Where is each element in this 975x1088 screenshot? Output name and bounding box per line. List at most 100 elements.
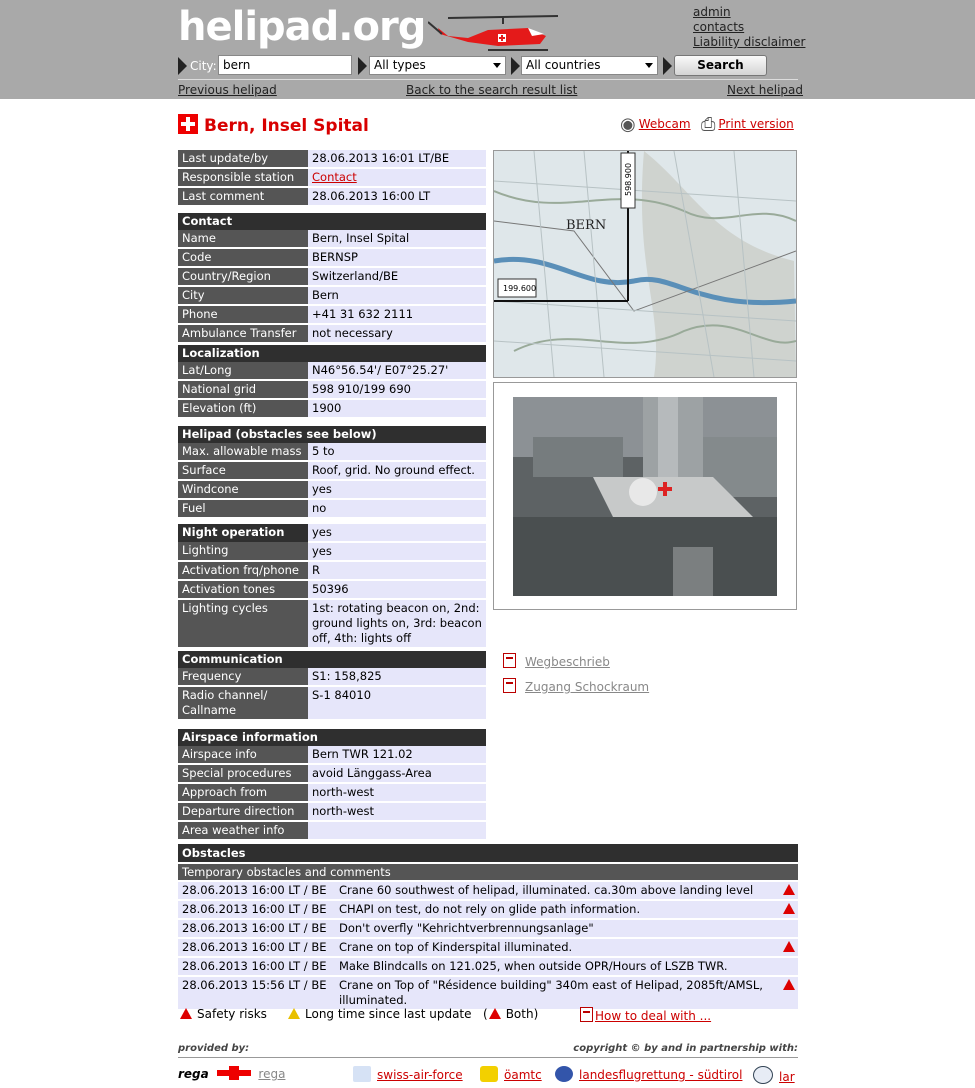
localization-table: Localization Lat/Long N46°56.54'/ E07°25.… [178, 345, 486, 419]
helicopter-logo-icon [428, 15, 559, 51]
row-value: 1st: rotating beacon on, 2nd: ground lig… [308, 599, 486, 649]
table-row: Lat/Long N46°56.54'/ E07°25.27' [178, 362, 486, 381]
helipad-photo-frame[interactable] [493, 382, 797, 610]
contacts-link[interactable]: contacts [693, 20, 805, 35]
admin-link[interactable]: admin [693, 5, 805, 20]
obstacle-row: 28.06.2013 16:00 LT / BE Make Blindcalls … [178, 956, 798, 975]
warning-red-icon [783, 979, 795, 990]
how-to-deal-link[interactable]: How to deal with ... [595, 1009, 711, 1023]
row-key: Responsible station [178, 168, 308, 188]
row-key: Fuel [178, 499, 308, 519]
print-version-link[interactable]: Print version [718, 117, 793, 131]
wegbeschrieb-link[interactable]: Wegbeschrieb [525, 655, 610, 669]
back-to-results-link[interactable]: Back to the search result list [406, 83, 577, 97]
webcam-link-group[interactable]: ◉ Webcam [620, 114, 691, 135]
obstacle-row: 28.06.2013 16:00 LT / BE Crane 60 southwe… [178, 880, 798, 899]
table-row: Lighting cycles 1st: rotating beacon on, … [178, 599, 486, 649]
print-link-group[interactable]: ⎙ Print version [701, 114, 794, 135]
location-map[interactable]: 598.900 199.600 BERN [493, 150, 797, 378]
row-key: Windcone [178, 480, 308, 500]
obstacle-date: 28.06.2013 16:00 LT / BE [182, 902, 327, 916]
swiss-air-force-link[interactable]: swiss-air-force [377, 1068, 463, 1082]
obstacle-row: 28.06.2013 15:56 LT / BE Crane on Top of … [178, 975, 798, 1009]
warning-red-icon [488, 1008, 501, 1019]
row-value: 1900 [308, 399, 486, 419]
arrow-icon [511, 57, 520, 75]
section-heading: Airspace information [178, 729, 486, 746]
row-key: Lighting cycles [178, 599, 308, 649]
type-select[interactable]: All types [369, 56, 506, 75]
obstacle-row: 28.06.2013 16:00 LT / BE Crane on top of … [178, 937, 798, 956]
row-key: Phone [178, 305, 308, 325]
row-value: 28.06.2013 16:00 LT [308, 187, 486, 207]
topo-map-image: 598.900 199.600 BERN [494, 151, 796, 377]
contact-link[interactable]: Contact [312, 170, 357, 184]
country-select[interactable]: All countries [521, 56, 658, 75]
type-select-value: All types [374, 58, 426, 72]
oamtc-link[interactable]: öamtc [504, 1068, 542, 1082]
printer-icon: ⎙ [701, 114, 716, 135]
communication-table: Communication Frequency S1: 158,825 Radio… [178, 651, 486, 721]
partner-swiss-air-force[interactable]: swiss-air-force [353, 1066, 463, 1082]
rega-link[interactable]: rega [258, 1067, 285, 1081]
partner-rega[interactable]: rega rega [178, 1066, 285, 1081]
night-operation-table: Night operation yes Lighting yes Activatio… [178, 524, 486, 649]
warning-red-icon [783, 884, 795, 895]
warning-red-icon [783, 903, 795, 914]
row-key: Activation frq/phone [178, 561, 308, 581]
search-bar: City: bern All types All countries Searc… [178, 55, 798, 77]
row-value: no [308, 499, 486, 519]
table-row: Frequency S1: 158,825 [178, 668, 486, 687]
obstacle-text: CHAPI on test, do not rely on glide path… [339, 902, 641, 916]
footer: provided by: copyright © by and in partn… [178, 1043, 798, 1054]
table-row: Fuel no [178, 499, 486, 519]
helipad-table: Helipad (obstacles see below) Max. allow… [178, 426, 486, 519]
row-value: north-west [308, 783, 486, 803]
webcam-link[interactable]: Webcam [639, 117, 691, 131]
landesflugrettung-link[interactable]: landesflugrettung - südtirol [579, 1068, 742, 1082]
table-row: Name Bern, Insel Spital [178, 230, 486, 249]
row-value: 598 910/199 690 [308, 380, 486, 400]
next-helipad-link[interactable]: Next helipad [727, 83, 803, 97]
liability-link[interactable]: Liability disclaimer [693, 35, 805, 50]
zugang-schockraum-link[interactable]: Zugang Schockraum [525, 680, 649, 694]
divider [178, 79, 798, 80]
howto-link-group[interactable]: How to deal with ... [580, 1007, 711, 1023]
obstacle-date: 28.06.2013 15:56 LT / BE [182, 978, 327, 992]
row-value: S1: 158,825 [308, 668, 486, 687]
rega-logo: rega [178, 1067, 209, 1081]
table-row: Approach from north-west [178, 783, 486, 803]
doc-link-item[interactable]: Zugang Schockraum [503, 678, 649, 694]
partner-lar[interactable]: lar [753, 1066, 795, 1084]
lar-link[interactable]: lar [779, 1070, 795, 1084]
legend-both-open: ( [483, 1007, 488, 1021]
map-city-label: BERN [566, 218, 606, 233]
search-button[interactable]: Search [674, 55, 767, 76]
site-logo[interactable]: helipad.org [178, 4, 426, 50]
row-key: Last update/by [178, 150, 308, 169]
landesflugrettung-logo-icon [555, 1066, 573, 1082]
city-input[interactable]: bern [218, 55, 352, 75]
section-heading: Helipad (obstacles see below) [178, 426, 486, 443]
map-grid-x-label: 598.900 [624, 163, 633, 196]
table-row: Country/Region Switzerland/BE [178, 267, 486, 287]
row-key: Activation tones [178, 580, 308, 600]
row-key: Lighting [178, 542, 308, 562]
table-row: National grid 598 910/199 690 [178, 380, 486, 400]
rega-cross-icon [216, 1066, 251, 1080]
partner-oamtc[interactable]: öamtc [480, 1066, 542, 1082]
row-value: yes [308, 524, 486, 543]
partner-landesflugrettung[interactable]: landesflugrettung - südtirol [555, 1066, 742, 1082]
row-key: Lat/Long [178, 362, 308, 381]
table-row: Area weather info [178, 821, 486, 841]
obstacle-text: Crane on Top of "Résidence building" 340… [339, 978, 763, 1007]
row-value: 28.06.2013 16:01 LT/BE [308, 150, 486, 169]
row-value: Switzerland/BE [308, 267, 486, 287]
doc-link-item[interactable]: Wegbeschrieb [503, 653, 610, 669]
table-row: City Bern [178, 286, 486, 306]
row-value [308, 821, 486, 841]
previous-helipad-link[interactable]: Previous helipad [178, 83, 277, 97]
row-value: 5 to [308, 443, 486, 462]
row-key: Frequency [178, 668, 308, 687]
legend-both: (Both) [483, 1007, 538, 1021]
